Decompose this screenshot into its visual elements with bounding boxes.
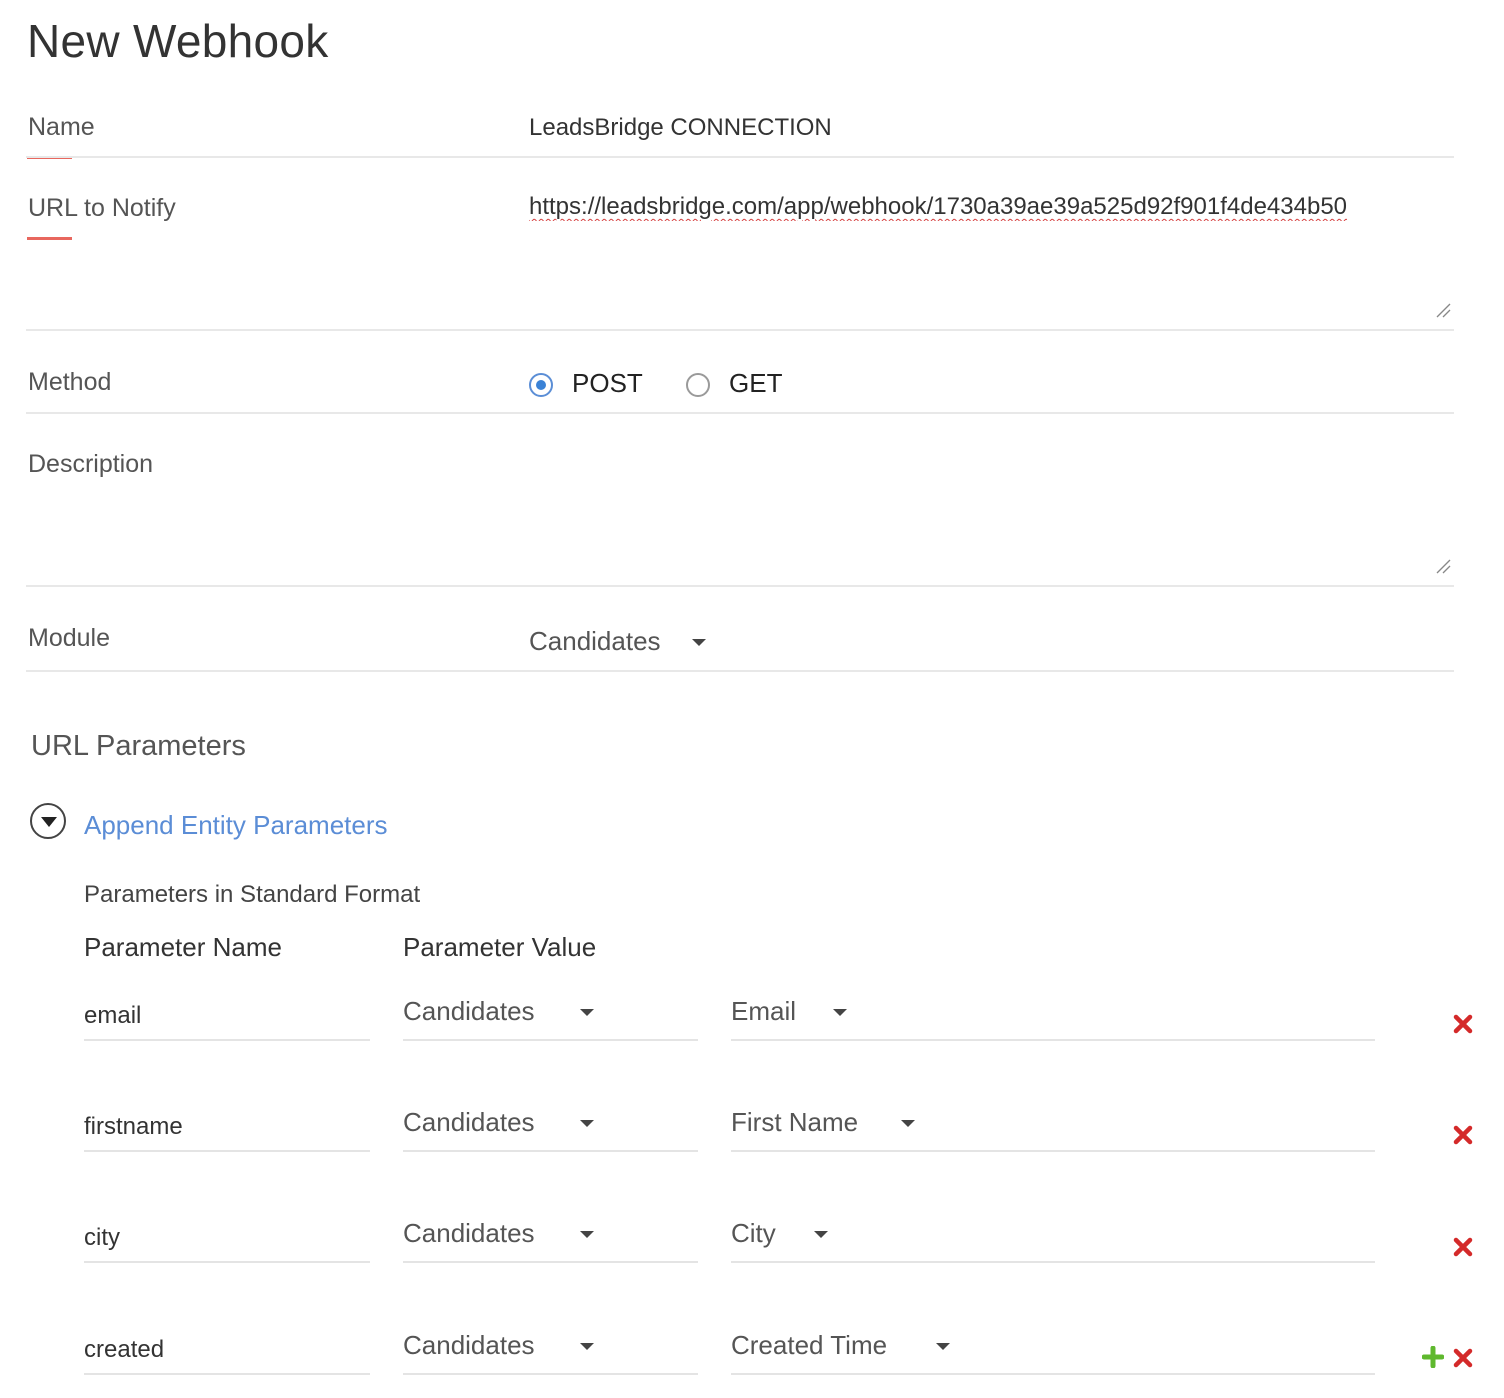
chevron-down-icon — [580, 1231, 594, 1238]
param-field-value: First Name — [731, 1107, 859, 1137]
input-underline — [84, 1150, 370, 1152]
input-underline — [84, 1039, 370, 1041]
divider — [26, 412, 1454, 414]
chevron-down-icon — [833, 1009, 847, 1016]
input-underline — [731, 1039, 1375, 1041]
param-field-select[interactable]: First Name — [731, 1107, 1371, 1147]
resize-grip-icon[interactable] — [1435, 302, 1451, 318]
chevron-down-icon — [580, 1009, 594, 1016]
divider — [26, 329, 1454, 331]
resize-grip-icon[interactable] — [1435, 558, 1451, 574]
post-radio[interactable] — [529, 373, 553, 397]
input-underline — [403, 1150, 698, 1152]
close-icon[interactable] — [1452, 1124, 1474, 1146]
name-input[interactable]: LeadsBridge CONNECTION — [529, 114, 832, 142]
url-parameters-heading: URL Parameters — [31, 730, 246, 762]
input-underline — [731, 1373, 1375, 1375]
param-module-value: Candidates — [403, 1330, 535, 1360]
description-textarea[interactable] — [529, 440, 1449, 580]
param-field-select[interactable]: City — [731, 1218, 1371, 1258]
input-underline — [731, 1261, 1375, 1263]
chevron-down-icon — [901, 1120, 915, 1127]
divider — [26, 670, 1454, 672]
chevron-down-icon — [814, 1231, 828, 1238]
input-underline — [731, 1150, 1375, 1152]
chevron-down-icon — [692, 639, 706, 646]
param-name-input[interactable]: created — [84, 1336, 370, 1364]
description-label: Description — [28, 450, 154, 478]
param-field-select[interactable]: Email — [731, 996, 1371, 1036]
input-underline — [403, 1039, 698, 1041]
parameter-value-header: Parameter Value — [403, 932, 597, 962]
input-underline — [84, 1373, 370, 1375]
plus-icon[interactable] — [1421, 1345, 1445, 1369]
module-label: Module — [28, 624, 110, 652]
get-radio-label[interactable]: GET — [729, 368, 782, 399]
page-title: New Webhook — [27, 15, 329, 67]
param-field-value: City — [731, 1218, 776, 1248]
param-name-input[interactable]: city — [84, 1224, 370, 1252]
param-name-input[interactable]: email — [84, 1002, 370, 1030]
input-underline — [403, 1261, 698, 1263]
param-field-value: Created Time — [731, 1330, 888, 1360]
close-icon[interactable] — [1452, 1013, 1474, 1035]
parameter-name-header: Parameter Name — [84, 932, 282, 962]
url-textarea[interactable]: https://leadsbridge.com/app/webhook/1730… — [529, 193, 1439, 221]
url-label: URL to Notify — [28, 194, 176, 222]
chevron-down-circle-icon[interactable] — [30, 803, 66, 839]
input-underline — [403, 1373, 698, 1375]
divider — [26, 585, 1454, 587]
param-module-value: Candidates — [403, 1218, 535, 1248]
method-label: Method — [28, 368, 112, 396]
param-field-value: Email — [731, 996, 797, 1026]
module-select[interactable]: Candidates — [529, 626, 729, 660]
standard-format-heading: Parameters in Standard Format — [84, 881, 421, 908]
name-label: Name — [28, 113, 95, 141]
param-module-select[interactable]: Candidates — [403, 1218, 698, 1258]
divider — [26, 156, 1454, 158]
param-module-value: Candidates — [403, 1107, 535, 1137]
chevron-down-icon — [936, 1343, 950, 1350]
param-module-select[interactable]: Candidates — [403, 996, 698, 1036]
module-select-value: Candidates — [529, 626, 661, 656]
close-icon[interactable] — [1452, 1236, 1474, 1258]
param-module-value: Candidates — [403, 996, 535, 1026]
chevron-down-icon — [580, 1343, 594, 1350]
param-field-select[interactable]: Created Time — [731, 1330, 1371, 1370]
param-name-input[interactable]: firstname — [84, 1113, 370, 1141]
append-entity-parameters-link[interactable]: Append Entity Parameters — [84, 810, 388, 841]
param-module-select[interactable]: Candidates — [403, 1330, 698, 1370]
input-underline — [84, 1261, 370, 1263]
close-icon[interactable] — [1452, 1347, 1474, 1369]
get-radio[interactable] — [686, 373, 710, 397]
post-radio-label[interactable]: POST — [572, 368, 643, 399]
url-label-underline — [27, 237, 72, 240]
param-module-select[interactable]: Candidates — [403, 1107, 698, 1147]
chevron-down-icon — [580, 1120, 594, 1127]
